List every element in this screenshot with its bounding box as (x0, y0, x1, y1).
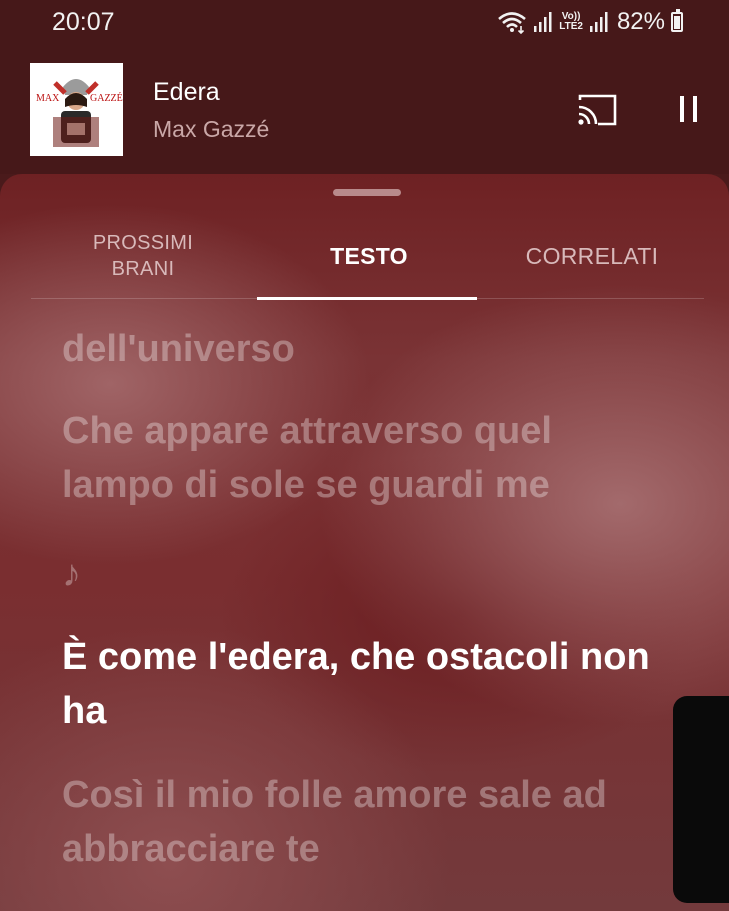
pause-button[interactable] (672, 92, 706, 126)
tab-bar: PROSSIMI BRANI TESTO CORRELATI (31, 214, 704, 300)
status-time: 20:07 (52, 8, 115, 36)
tab-up-next-label: PROSSIMI BRANI (92, 232, 194, 280)
lte-label: LTE2 (559, 21, 583, 32)
lyric-line-active[interactable]: È come l'edera, che ostacoli non ha (62, 630, 662, 738)
signal-icon-2 (589, 12, 608, 32)
drag-handle[interactable] (333, 189, 401, 196)
cast-icon[interactable] (576, 93, 618, 127)
album-art-figure (53, 79, 99, 147)
signal-icon (534, 12, 552, 32)
song-title: Edera (153, 78, 220, 106)
lyric-line[interactable]: dell'universo (62, 322, 662, 376)
lyric-line[interactable]: Che appare attraverso quel lampo di sole… (62, 404, 662, 512)
album-art[interactable]: MAX GAZZÉ (30, 63, 123, 156)
music-note-icon: ♪ (62, 553, 81, 595)
floating-overlay-panel[interactable] (673, 696, 729, 903)
status-icons: Vo)) LTE2 82% (497, 8, 683, 36)
lyric-line[interactable]: Così il mio folle amore sale ad abbracci… (62, 768, 662, 876)
battery-icon (671, 9, 683, 32)
lyrics-sheet: PROSSIMI BRANI TESTO CORRELATI dell'univ… (0, 174, 729, 911)
battery-fill (674, 15, 680, 29)
mini-player[interactable]: MAX GAZZÉ Edera Max Gazzé (0, 46, 729, 174)
tab-lyrics[interactable]: TESTO (257, 214, 481, 298)
tab-selected-indicator (257, 297, 477, 300)
tab-lyrics-label: TESTO (330, 242, 408, 269)
battery-percent: 82% (616, 8, 665, 35)
status-bar: 20:07 Vo)) LTE2 82% (0, 0, 729, 46)
tab-up-next[interactable]: PROSSIMI BRANI (31, 214, 255, 298)
volte-lte-indicator: Vo)) LTE2 (559, 12, 583, 32)
song-artist: Max Gazzé (153, 116, 270, 142)
tab-related[interactable]: CORRELATI (480, 214, 704, 298)
wifi-icon (498, 12, 527, 34)
tab-related-label: CORRELATI (525, 242, 659, 269)
